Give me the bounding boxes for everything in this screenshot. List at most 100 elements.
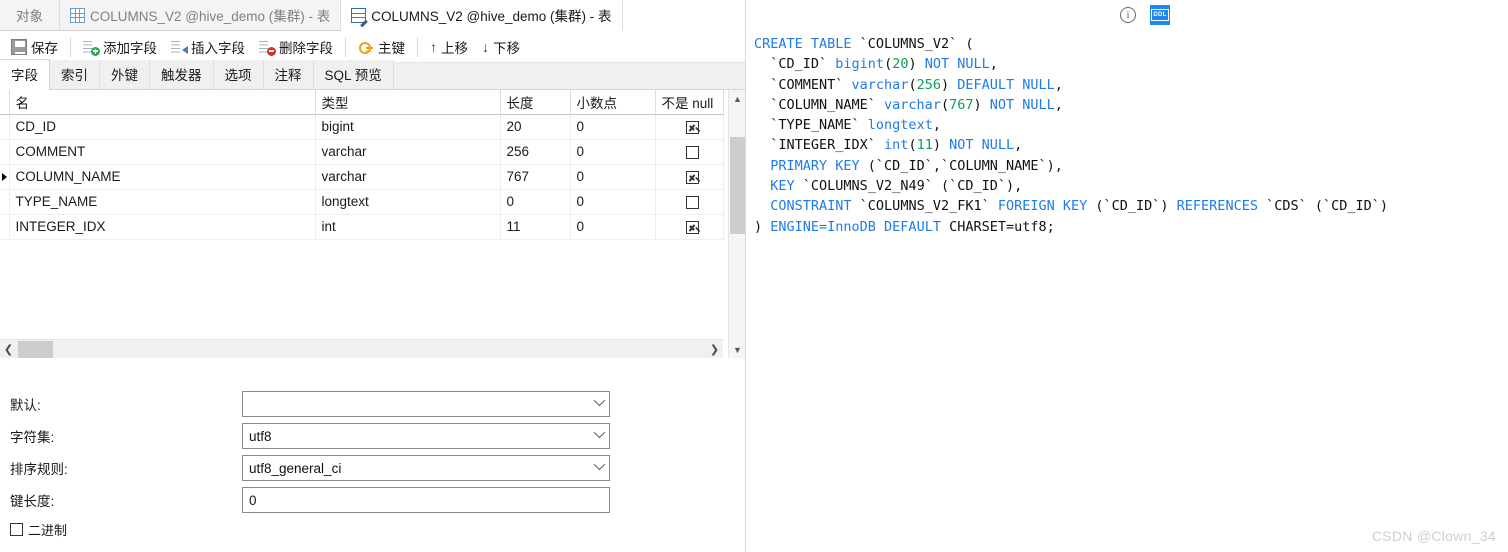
cell-field-length[interactable]: 11 [500,214,571,240]
grid-vertical-scrollbar[interactable]: ▲ ▼ [728,90,745,358]
chevron-down-icon[interactable] [593,426,606,439]
save-button[interactable]: 保存 [4,34,65,60]
form-row-binary[interactable]: 二进制 [0,516,745,542]
not-null-checkbox[interactable] [685,195,699,209]
fields-grid: 名 类型 长度 小数点 不是 null CD_ID bigint 20 0 CO… [0,90,724,240]
ddl-icon[interactable]: DDL [1150,5,1170,25]
not-null-checkbox[interactable] [685,120,699,134]
add-field-icon [83,39,100,56]
cell-field-not-null[interactable] [655,139,724,165]
cell-field-length[interactable]: 256 [500,139,571,165]
chevron-down-icon[interactable] [593,394,606,407]
binary-checkbox[interactable] [10,522,23,536]
sql-line: `COMMENT` varchar(256) DEFAULT NULL, [754,75,1508,95]
cell-field-not-null[interactable] [655,164,724,190]
cell-field-decimals[interactable]: 0 [570,114,656,140]
row-marker [0,139,10,165]
cell-field-decimals[interactable]: 0 [570,214,656,240]
grid-edit-icon [351,7,367,23]
window-tab-objects[interactable]: 对象 [0,0,60,30]
sql-token: ENGINE=InnoDB DEFAULT [770,218,941,235]
vertical-scrollbar-thumb[interactable] [730,137,745,234]
form-row-key-length: 键长度: 0 [0,484,745,516]
charset-combobox[interactable]: utf8 [242,423,610,449]
tab-options[interactable]: 选项 [213,60,264,89]
sql-token: , [1014,137,1023,154]
cell-field-length[interactable]: 20 [500,114,571,140]
ddl-preview-toolbar: i DDL [746,0,1508,30]
insert-field-button[interactable]: 插入字段 [164,34,252,60]
cell-field-name[interactable]: CD_ID [9,114,316,140]
cell-field-name[interactable]: COMMENT [9,139,316,165]
grid-horizontal-scrollbar[interactable]: ❮ ❯ [0,339,723,358]
cell-field-length[interactable]: 0 [500,189,571,215]
cell-field-type[interactable]: varchar [315,164,501,190]
scroll-up-icon[interactable]: ▲ [729,90,745,107]
tab-indexes[interactable]: 索引 [50,60,100,89]
column-header-not-null[interactable]: 不是 null [655,90,724,115]
table-row[interactable]: INTEGER_IDX int 11 0 [0,214,724,240]
scroll-down-icon[interactable]: ▼ [729,341,745,358]
cell-field-not-null[interactable] [655,114,724,140]
window-tab-columns-v2-designer[interactable]: COLUMNS_V2 @hive_demo (集群) - 表 [341,0,623,31]
column-header-length[interactable]: 长度 [500,90,571,115]
sql-token: 20 [892,56,909,73]
tab-triggers[interactable]: 触发器 [150,60,214,89]
scroll-right-icon[interactable]: ❯ [706,340,723,359]
cell-field-type[interactable]: varchar [315,139,501,165]
default-combobox[interactable] [242,391,610,417]
cell-field-type[interactable]: int [315,214,501,240]
move-up-button[interactable]: ↑ 上移 [423,34,475,60]
info-icon[interactable]: i [1120,7,1136,23]
sql-token: REFERENCES [1176,198,1258,215]
not-null-checkbox[interactable] [685,145,699,159]
not-null-checkbox[interactable] [685,220,699,234]
sql-token: (`CD_ID`) [1087,198,1177,215]
chevron-down-icon[interactable] [593,458,606,471]
sql-line: ) ENGINE=InnoDB DEFAULT CHARSET=utf8; [754,217,1508,237]
table-row[interactable]: TYPE_NAME longtext 0 0 [0,189,724,215]
tab-comment[interactable]: 注释 [263,60,314,89]
default-label: 默认: [10,398,41,413]
cell-field-not-null[interactable] [655,189,724,215]
tab-fields[interactable]: 字段 [0,59,50,90]
cell-field-length[interactable]: 767 [500,164,571,190]
cell-field-name[interactable]: COLUMN_NAME [9,164,316,190]
table-row[interactable]: CD_ID bigint 20 0 [0,114,724,140]
table-row[interactable]: COMMENT varchar 256 0 [0,139,724,165]
sql-line: `COLUMN_NAME` varchar(767) NOT NULL, [754,95,1508,115]
cell-field-decimals[interactable]: 0 [570,189,656,215]
form-row-default: 默认: [0,388,745,420]
cell-field-decimals[interactable]: 0 [570,164,656,190]
window-tab-columns-v2-table[interactable]: COLUMNS_V2 @hive_demo (集群) - 表 [60,0,342,30]
nativecat-table-designer-window: 对象 COLUMNS_V2 @hive_demo (集群) - 表 COLUMN… [0,0,1508,552]
column-header-name[interactable]: 名 [9,90,316,115]
not-null-checkbox[interactable] [685,170,699,184]
sql-token: `CDS` (`CD_ID`) [1257,198,1388,215]
tab-label: SQL 预览 [324,68,382,83]
ddl-preview-pane: i DDL CREATE TABLE `COLUMNS_V2` ( `CD_ID… [746,0,1508,552]
add-field-button[interactable]: 添加字段 [76,34,164,60]
move-down-label: 下移 [493,40,520,56]
cell-field-decimals[interactable]: 0 [570,139,656,165]
cell-field-type[interactable]: longtext [315,189,501,215]
cell-field-type[interactable]: bigint [315,114,501,140]
delete-field-button[interactable]: 删除字段 [252,34,340,60]
cell-field-name[interactable]: INTEGER_IDX [9,214,316,240]
column-header-decimals[interactable]: 小数点 [570,90,656,115]
primary-key-button[interactable]: 主键 [351,34,412,60]
sql-token: `INTEGER_IDX` [754,137,885,154]
tab-sql-preview[interactable]: SQL 预览 [313,60,394,89]
key-length-input[interactable]: 0 [242,487,610,513]
cell-field-not-null[interactable] [655,214,724,240]
cell-field-name[interactable]: TYPE_NAME [9,189,316,215]
collation-combobox[interactable]: utf8_general_ci [242,455,610,481]
column-header-type[interactable]: 类型 [315,90,501,115]
tab-foreign-keys[interactable]: 外键 [100,60,150,89]
horizontal-scrollbar-thumb[interactable] [18,341,53,358]
move-down-button[interactable]: ↓ 下移 [475,34,527,60]
scroll-left-icon[interactable]: ❮ [0,340,17,359]
table-row[interactable]: COLUMN_NAME varchar 767 0 [0,164,724,190]
sql-line: `CD_ID` bigint(20) NOT NULL, [754,54,1508,74]
